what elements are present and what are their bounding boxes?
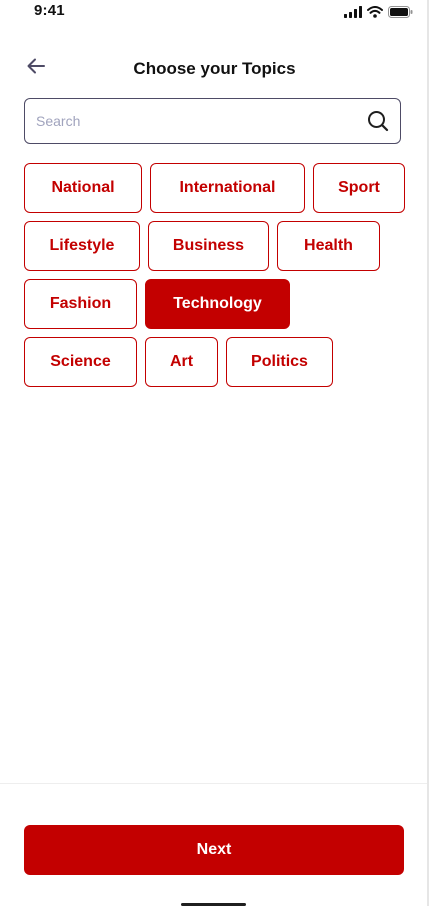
wifi-icon — [367, 5, 383, 23]
battery-icon — [388, 5, 413, 23]
topic-chip-science[interactable]: Science — [24, 337, 137, 387]
topic-chip-politics[interactable]: Politics — [226, 337, 333, 387]
cellular-signal-icon — [344, 5, 362, 23]
topic-chip-national[interactable]: National — [24, 163, 142, 213]
status-time: 9:41 — [34, 2, 65, 19]
status-icons — [344, 5, 413, 23]
topic-chip-art[interactable]: Art — [145, 337, 218, 387]
topic-chip-label: International — [179, 179, 276, 196]
topic-chip-label: Art — [169, 353, 194, 370]
topic-chip-fashion[interactable]: Fashion — [24, 279, 137, 329]
topic-chip-international[interactable]: International — [150, 163, 305, 213]
search-icon[interactable] — [366, 109, 390, 133]
topic-chip-label: Lifestyle — [49, 237, 115, 254]
topics-list: National International Sport Lifestyle Busin… — [24, 163, 408, 387]
topic-chip-label: Politics — [251, 353, 308, 370]
search-input[interactable] — [34, 112, 366, 130]
topic-chip-label: Technology — [173, 295, 262, 312]
topic-chip-sport[interactable]: Sport — [313, 163, 405, 213]
status-bar: 9:41 — [0, 0, 429, 24]
topic-chip-label: Health — [304, 237, 353, 254]
topic-chip-label: National — [51, 179, 115, 196]
topic-chip-health[interactable]: Health — [277, 221, 380, 271]
page-title: Choose your Topics — [133, 59, 296, 78]
topic-chip-label: Business — [172, 237, 245, 254]
topic-chip-label: Sport — [338, 179, 380, 196]
topic-chip-label: Fashion — [49, 295, 112, 312]
header: Choose your Topics — [0, 50, 429, 90]
topic-chip-label: Science — [50, 353, 111, 370]
next-button[interactable]: Next — [24, 825, 404, 875]
topic-chip-business[interactable]: Business — [148, 221, 269, 271]
topic-chip-technology[interactable]: Technology — [145, 279, 290, 329]
search-box[interactable] — [24, 98, 401, 144]
topic-chip-lifestyle[interactable]: Lifestyle — [24, 221, 140, 271]
bottom-divider — [0, 783, 427, 784]
